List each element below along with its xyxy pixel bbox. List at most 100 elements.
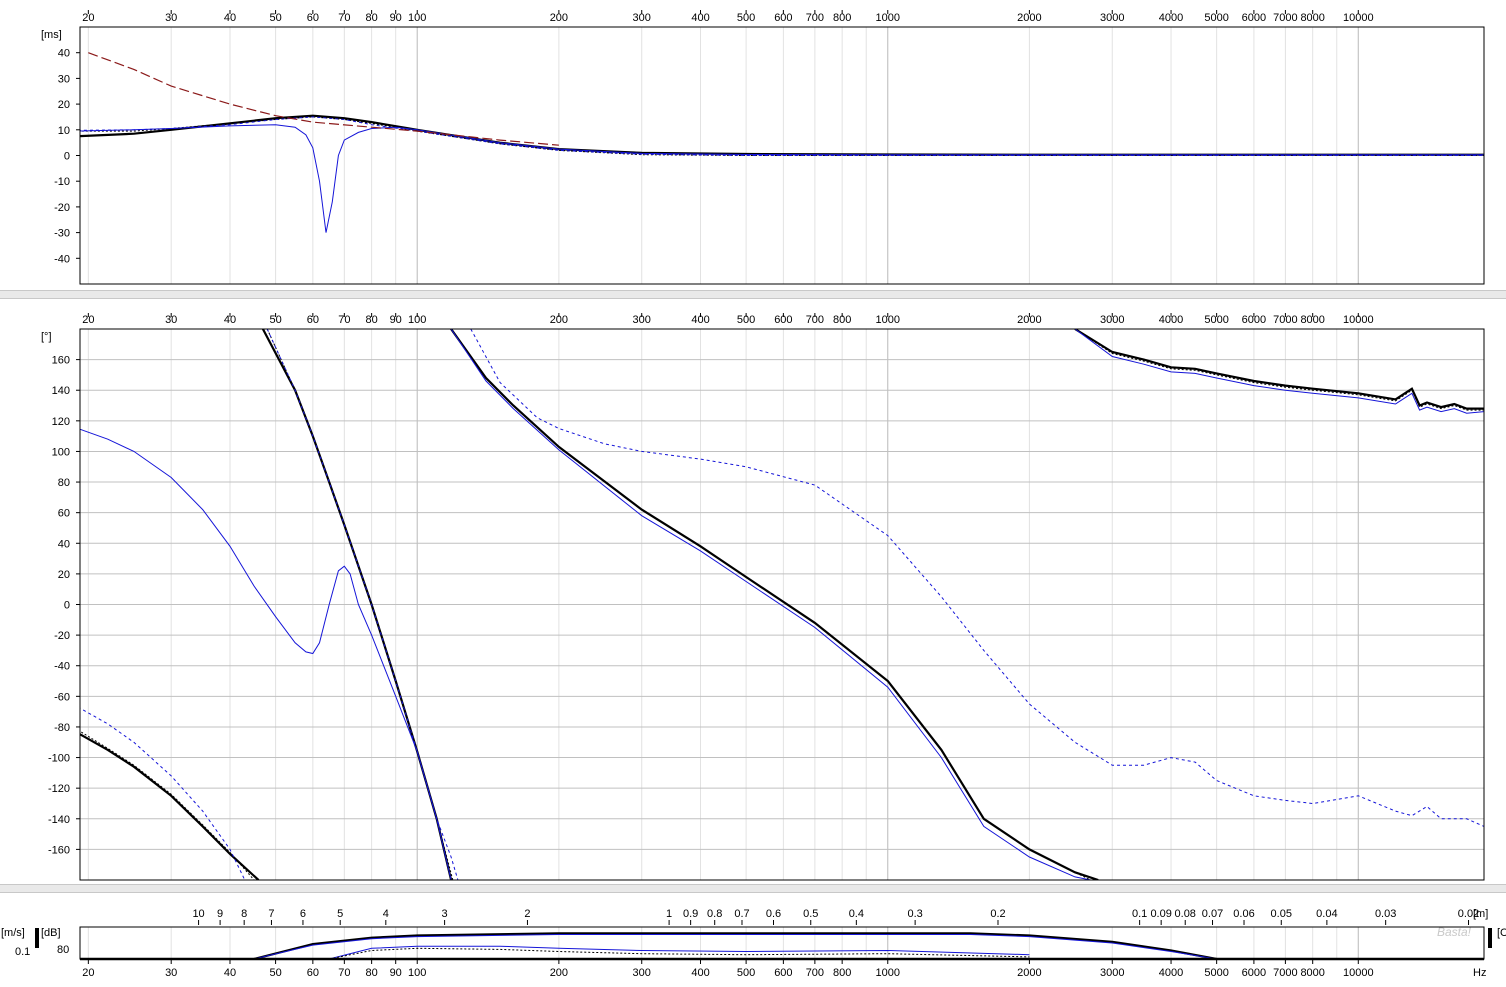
x-tick-label-bottom: 7000 [1273,967,1297,979]
x-tick-label-bottom: 20 [82,967,94,979]
series-line-blue-thin [80,428,452,880]
wavelength-tick-label: 0.07 [1202,908,1223,920]
y-tick-label: -20 [54,202,70,214]
y-tick-label: -30 [54,228,70,240]
x-tick-label-bottom: 100 [408,967,426,979]
wavelength-tick-label: 0.3 [907,908,922,920]
wavelength-tick-label: 0.06 [1233,908,1254,920]
wavelength-tick-label: 6 [300,908,306,920]
x-tick-label-bottom: 1000 [876,967,900,979]
series-line-blue-thin [80,124,1484,233]
y-tick-label: -160 [48,844,70,856]
series-line-blue-dashed [470,329,1484,827]
wavelength-tick-label: 0.1 [1132,908,1147,920]
wavelength-tick-label: 0.03 [1375,908,1396,920]
app-window: 20 30 40 50 60 70 80 90 100 200 300 400 500 600 700 800… [0,0,1506,987]
wavelength-tick-label: 2 [524,908,530,920]
wavelength-tick-label: 7 [268,908,274,920]
x-tick-label-bottom: 90 [390,967,402,979]
series-line-black-dotted [80,116,1484,156]
y-tick-label: 0 [64,600,70,612]
x-tick-label-bottom: 6000 [1242,967,1266,979]
y-tick-label: 40 [58,538,70,550]
y-tick-label: 160 [52,355,70,367]
wavelength-tick-label: 0.5 [803,908,818,920]
y-tick-label: 100 [52,446,70,458]
y-tick-label: -40 [54,661,70,673]
x-tick-label-bottom: 60 [307,967,319,979]
x-tick-label-bottom: 80 [366,967,378,979]
y-tick-label: 140 [52,385,70,397]
x-tick-label-bottom: 800 [833,967,851,979]
y-axis-right-unit: [dB] [41,927,61,939]
wavelength-tick-label: 0.9 [683,908,698,920]
y-tick-label: -60 [54,691,70,703]
x-tick-label-bottom: 8000 [1300,967,1324,979]
wavelength-tick-label: 0.7 [734,908,749,920]
axis-scroll-handle-left[interactable] [35,928,39,948]
wavelength-tick-label: 0.6 [766,908,781,920]
wavelength-unit-label: [m] [1473,908,1488,920]
wavelength-tick-label: 0.8 [707,908,722,920]
x-tick-label-bottom: 50 [269,967,281,979]
x-tick-label-bottom: 700 [806,967,824,979]
wavelength-tick-label: 4 [383,908,389,920]
wavelength-tick-label: 0.09 [1150,908,1171,920]
x-tick-label-bottom: 600 [774,967,792,979]
clipped-right-label: [C [1497,927,1506,939]
y-tick-label: -20 [54,630,70,642]
wavelength-tick-label: 0.4 [849,908,864,920]
x-tick-label-bottom: 70 [338,967,350,979]
series-line-black-thick [1074,329,1484,410]
series-line-black-thick [80,114,1484,156]
y-tick-label: 0 [64,151,70,163]
y-tick-label: 20 [58,569,70,581]
x-tick-label-bottom: 30 [165,967,177,979]
magnitude-strip-chart: 10 9 8 7 6 5 4 3 2 1 0.9 0.8 0.7 0.6 0.5 0.4 0.3 0.2 0.1 0.… [1,908,1506,979]
wavelength-tick-label: 5 [337,908,343,920]
x-tick-label-bottom: 10000 [1343,967,1374,979]
wavelength-tick-label: 0.08 [1175,908,1196,920]
axis-scroll-handle-right[interactable] [1488,928,1492,948]
y-tick-label: -100 [48,753,70,765]
phase-chart: 20 30 40 50 60 70 80 90 100 200 300 400 500 600 700 800… [41,313,1485,881]
x-tick-label-bottom: 500 [737,967,755,979]
y-tick-label: 30 [58,73,70,85]
wavelength-tick-label: 8 [241,908,247,920]
y-axis-unit-label: [ms] [41,29,62,41]
series-line-blue-dashed [80,116,1484,156]
y-tick-label: -10 [54,176,70,188]
series-line-black-thick [80,733,260,880]
y-tick-label: -40 [54,253,70,265]
y-tick-label: 20 [58,99,70,111]
y-tick-right-label: 80 [57,944,69,956]
y-tick-left-label: 0.1 [15,946,30,958]
series-line-black-dotted [329,947,1030,959]
x-tick-label-bottom: 400 [691,967,709,979]
series-line-blue-thin [1074,329,1484,414]
y-tick-label: -120 [48,783,70,795]
watermark-text: Basta! [1437,925,1472,939]
y-tick-label: -140 [48,814,70,826]
wavelength-tick-label: 0.2 [990,908,1005,920]
x-tick-label-bottom: 40 [224,967,236,979]
x-tick-label-bottom: 5000 [1204,967,1228,979]
y-tick-label: 10 [58,125,70,137]
wavelength-tick-label: 3 [442,908,448,920]
y-axis-unit-label: [°] [41,331,52,343]
y-tick-label: -80 [54,722,70,734]
wavelength-tick-label: 0.04 [1316,908,1337,920]
series-line-black-dotted [1074,329,1484,411]
series-line-blue-dashed [80,707,246,880]
x-tick-label-bottom: 2000 [1017,967,1041,979]
y-tick-label: 60 [58,508,70,520]
x-tick-label-bottom: 200 [550,967,568,979]
y-tick-label: 40 [58,48,70,60]
group-delay-chart: 20 30 40 50 60 70 80 90 100 200 300 400 500 600 700 800… [41,10,1485,285]
y-tick-label: 80 [58,477,70,489]
x-tick-label-bottom: 300 [633,967,651,979]
wavelength-tick-label: 0.05 [1271,908,1292,920]
x-tick-label-bottom: 4000 [1159,967,1183,979]
wavelength-tick-label: 10 [192,908,204,920]
series-line-black-dotted [80,730,255,880]
